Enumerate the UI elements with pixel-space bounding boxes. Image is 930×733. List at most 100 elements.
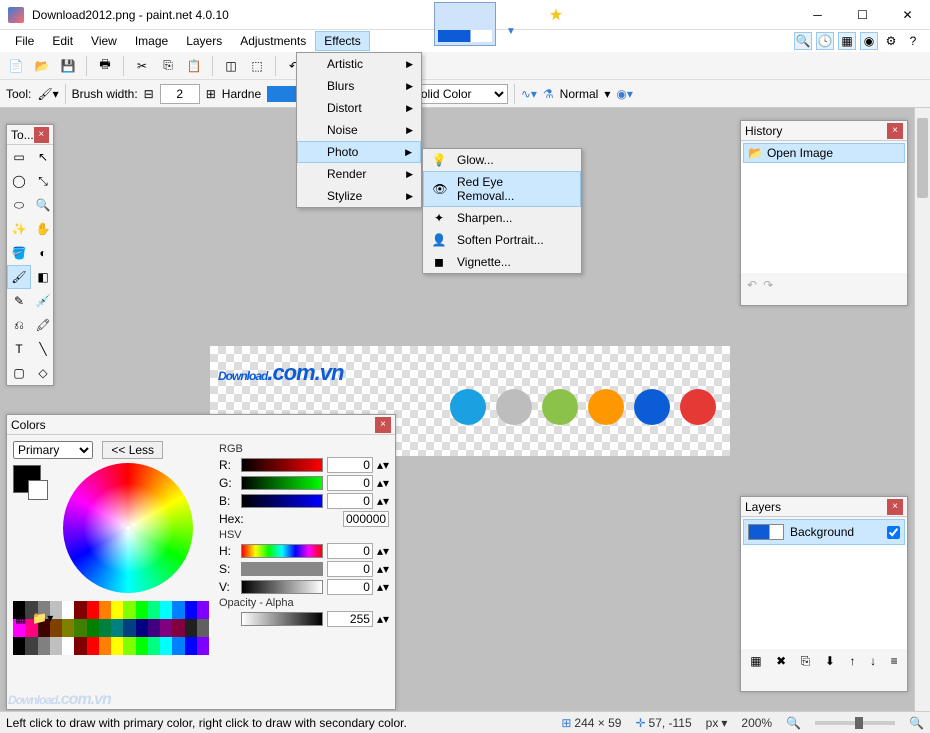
brush-decrease-icon[interactable]: ⊟ xyxy=(144,87,154,101)
tool-fill[interactable]: 🪣 xyxy=(7,241,31,265)
antialias-icon[interactable]: ∿▾ xyxy=(521,87,537,101)
history-close-button[interactable]: × xyxy=(887,123,903,139)
effects-render[interactable]: Render▶ xyxy=(297,163,421,185)
tools-close-button[interactable]: × xyxy=(34,127,49,143)
merge-down-icon[interactable]: ⬇ xyxy=(825,654,835,668)
g-slider[interactable] xyxy=(241,476,323,490)
photo-redeye[interactable]: 👁Red Eye Removal... xyxy=(423,171,581,207)
open-icon[interactable]: 📂 xyxy=(32,56,52,76)
history-item[interactable]: 📂Open Image xyxy=(743,143,905,163)
menu-edit[interactable]: Edit xyxy=(43,31,82,51)
s-slider[interactable] xyxy=(241,562,323,576)
tool-eraser[interactable]: ◧ xyxy=(31,265,55,289)
tool-lasso[interactable]: ◯ xyxy=(7,169,31,193)
palette-menu-icon[interactable]: 📁▾ xyxy=(32,611,53,625)
effects-stylize[interactable]: Stylize▶ xyxy=(297,185,421,207)
layers-close-button[interactable]: × xyxy=(887,499,903,515)
vertical-scrollbar[interactable] xyxy=(914,108,930,711)
photo-vignette[interactable]: ◼Vignette... xyxy=(423,251,581,273)
help-icon[interactable]: ? xyxy=(904,32,922,50)
tool-zoom[interactable]: 🔍 xyxy=(31,193,55,217)
cut-icon[interactable]: ✂ xyxy=(132,56,152,76)
tool-paintbrush[interactable]: 🖌 xyxy=(7,265,31,289)
menu-layers[interactable]: Layers xyxy=(177,31,231,51)
tool-pencil[interactable]: ✎ xyxy=(7,289,31,313)
colors-window-icon[interactable]: ◉ xyxy=(860,32,878,50)
menu-effects[interactable]: Effects xyxy=(315,31,369,51)
primary-swatch[interactable] xyxy=(13,465,41,493)
crop-icon[interactable]: ◫ xyxy=(221,56,241,76)
tool-recolor[interactable]: 🖍 xyxy=(31,313,55,337)
zoom-slider[interactable] xyxy=(815,721,895,725)
status-zoom[interactable]: 200% xyxy=(741,716,772,730)
brush-width-input[interactable] xyxy=(160,84,200,104)
layer-item[interactable]: Background xyxy=(743,519,905,545)
fill-select[interactable]: Solid Color xyxy=(408,84,508,104)
photo-glow[interactable]: 💡Glow... xyxy=(423,149,581,171)
h-slider[interactable] xyxy=(241,544,323,558)
maximize-button[interactable]: ☐ xyxy=(840,0,885,30)
b-slider[interactable] xyxy=(241,494,323,508)
effects-noise[interactable]: Noise▶ xyxy=(297,119,421,141)
tool-clone[interactable]: ⎌ xyxy=(7,313,31,337)
menu-image[interactable]: Image xyxy=(126,31,177,51)
tool-text[interactable]: T xyxy=(7,337,31,361)
color-mode-select[interactable]: Primary xyxy=(13,441,93,459)
tool-gradient[interactable]: ◐ xyxy=(31,241,55,265)
tool-color-picker[interactable]: 💉 xyxy=(31,289,55,313)
v-slider[interactable] xyxy=(241,580,323,594)
colors-close-button[interactable]: × xyxy=(375,417,391,433)
close-button[interactable]: ✕ xyxy=(885,0,930,30)
tool-shapes[interactable]: ◇ xyxy=(31,361,55,385)
hex-input[interactable] xyxy=(343,511,389,527)
photo-soften[interactable]: 👤Soften Portrait... xyxy=(423,229,581,251)
add-layer-icon[interactable]: ▦ xyxy=(750,654,761,668)
tool-rect-select[interactable]: ▭ xyxy=(7,145,31,169)
g-input[interactable] xyxy=(327,475,373,491)
effects-artistic[interactable]: Artistic▶ xyxy=(297,53,421,75)
tool-pan[interactable]: ✋ xyxy=(31,217,55,241)
minimize-button[interactable]: ─ xyxy=(795,0,840,30)
effects-photo[interactable]: Photo▶ xyxy=(297,141,421,163)
s-input[interactable] xyxy=(327,561,373,577)
tool-selector-icon[interactable]: 🖌▾ xyxy=(37,87,58,101)
tool-ellipse-select[interactable]: ⬭ xyxy=(7,193,31,217)
effects-blurs[interactable]: Blurs▶ xyxy=(297,75,421,97)
delete-layer-icon[interactable]: ✖ xyxy=(776,654,786,668)
thumbnail-dropdown-icon[interactable]: ▼ xyxy=(506,26,516,37)
new-icon[interactable]: 📄 xyxy=(6,56,26,76)
history-window-icon[interactable]: 🕓 xyxy=(816,32,834,50)
thumbnail-preview[interactable] xyxy=(434,2,496,46)
history-redo-icon[interactable]: ↷ xyxy=(763,278,773,292)
tool-line[interactable]: ╲ xyxy=(31,337,55,361)
zoom-in-icon[interactable]: 🔍 xyxy=(909,716,924,730)
photo-sharpen[interactable]: ✦Sharpen... xyxy=(423,207,581,229)
zoom-out-icon[interactable]: 🔍 xyxy=(786,716,801,730)
r-input[interactable] xyxy=(327,457,373,473)
r-slider[interactable] xyxy=(241,458,323,472)
tool-move[interactable]: ↖ xyxy=(31,145,55,169)
color-wheel[interactable] xyxy=(63,463,193,593)
effects-distort[interactable]: Distort▶ xyxy=(297,97,421,119)
print-icon[interactable]: 🖶 xyxy=(95,56,115,76)
duplicate-layer-icon[interactable]: ⎘ xyxy=(801,654,811,669)
layers-window-icon[interactable]: ▦ xyxy=(838,32,856,50)
move-down-icon[interactable]: ↓ xyxy=(870,654,876,668)
h-input[interactable] xyxy=(327,543,373,559)
brush-increase-icon[interactable]: ⊞ xyxy=(206,87,216,101)
menu-file[interactable]: File xyxy=(6,31,43,51)
opacity-slider[interactable] xyxy=(241,612,323,626)
color-palette[interactable] xyxy=(13,601,209,655)
secondary-swatch[interactable] xyxy=(28,480,48,500)
menu-view[interactable]: View xyxy=(82,31,126,51)
b-input[interactable] xyxy=(327,493,373,509)
blend-icon[interactable]: ⚗ xyxy=(543,87,554,101)
opacity-input[interactable] xyxy=(327,611,373,627)
layer-props-icon[interactable]: ≡ xyxy=(891,654,898,668)
tool-move-selection[interactable]: ⤡ xyxy=(31,169,55,193)
status-unit[interactable]: px ▾ xyxy=(706,716,728,730)
settings-icon[interactable]: ⚙ xyxy=(882,32,900,50)
v-input[interactable] xyxy=(327,579,373,595)
tool-magic-wand[interactable]: ✨ xyxy=(7,217,31,241)
sampling-icon[interactable]: ◉▾ xyxy=(616,87,633,101)
